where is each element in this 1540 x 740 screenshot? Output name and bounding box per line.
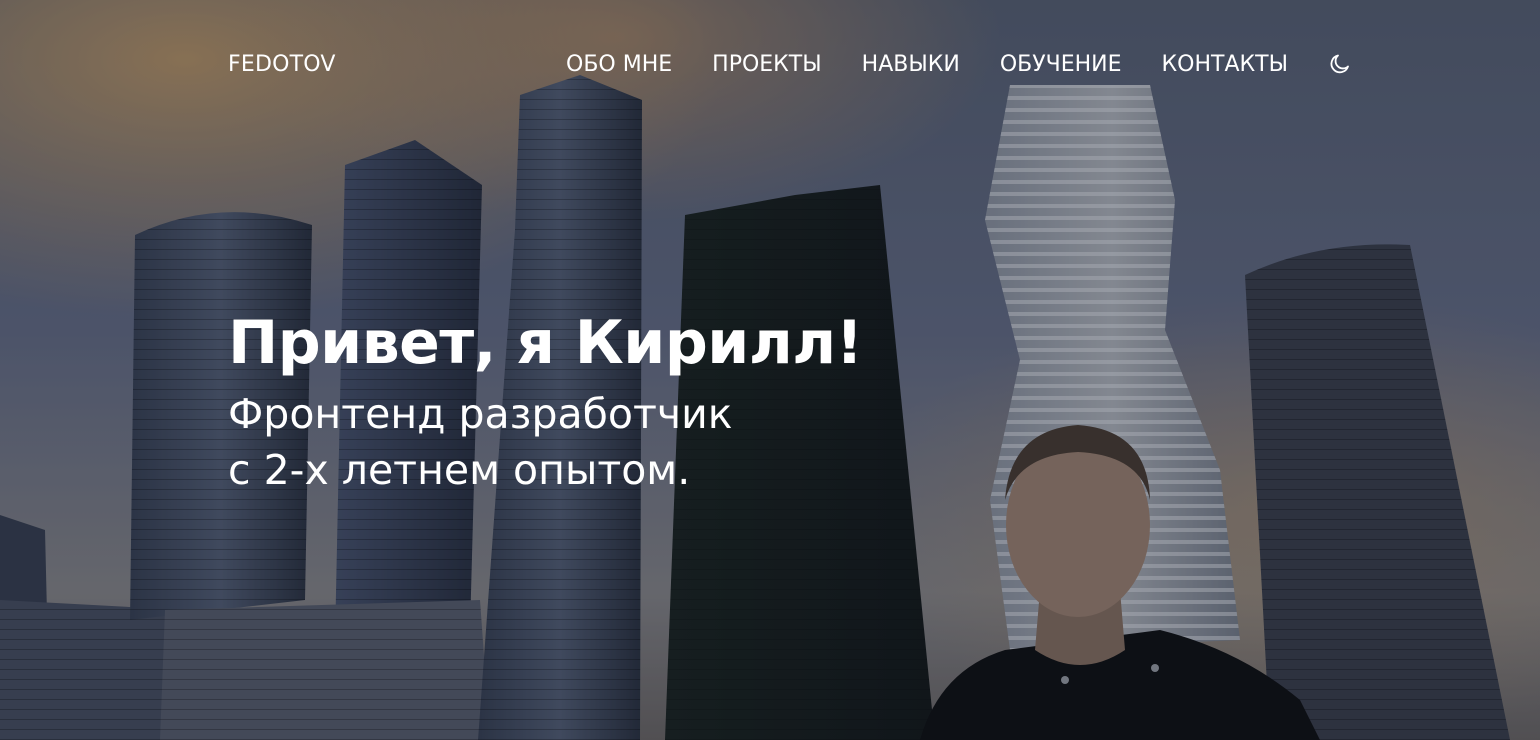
nav-item-education[interactable]: ОБУЧЕНИЕ bbox=[1000, 52, 1122, 77]
nav-item-skills[interactable]: НАВЫКИ bbox=[862, 52, 960, 77]
nav-item-projects[interactable]: ПРОЕКТЫ bbox=[712, 52, 822, 77]
moon-icon bbox=[1330, 54, 1349, 74]
logo-link[interactable]: FEDOTOV bbox=[228, 52, 336, 77]
hero-subtitle-line1: Фронтенд разработчик bbox=[228, 390, 733, 438]
hero-subtitle-line2: с 2-х летнем опытом. bbox=[228, 446, 691, 494]
site-header: FEDOTOV ОБО МНЕ ПРОЕКТЫ НАВЫКИ ОБУЧЕНИЕ … bbox=[228, 48, 1352, 80]
nav-item-about[interactable]: ОБО МНЕ bbox=[566, 52, 672, 77]
hero-greeting: Привет, я Кирилл! bbox=[228, 308, 863, 378]
hero-section: FEDOTOV ОБО МНЕ ПРОЕКТЫ НАВЫКИ ОБУЧЕНИЕ … bbox=[0, 0, 1540, 740]
main-nav: ОБО МНЕ ПРОЕКТЫ НАВЫКИ ОБУЧЕНИЕ КОНТАКТЫ bbox=[566, 48, 1288, 80]
hero-headline: Привет, я Кирилл! Фронтенд разработчик с… bbox=[228, 300, 948, 498]
theme-toggle-button[interactable] bbox=[1328, 52, 1352, 76]
nav-item-contacts[interactable]: КОНТАКТЫ bbox=[1162, 52, 1288, 77]
